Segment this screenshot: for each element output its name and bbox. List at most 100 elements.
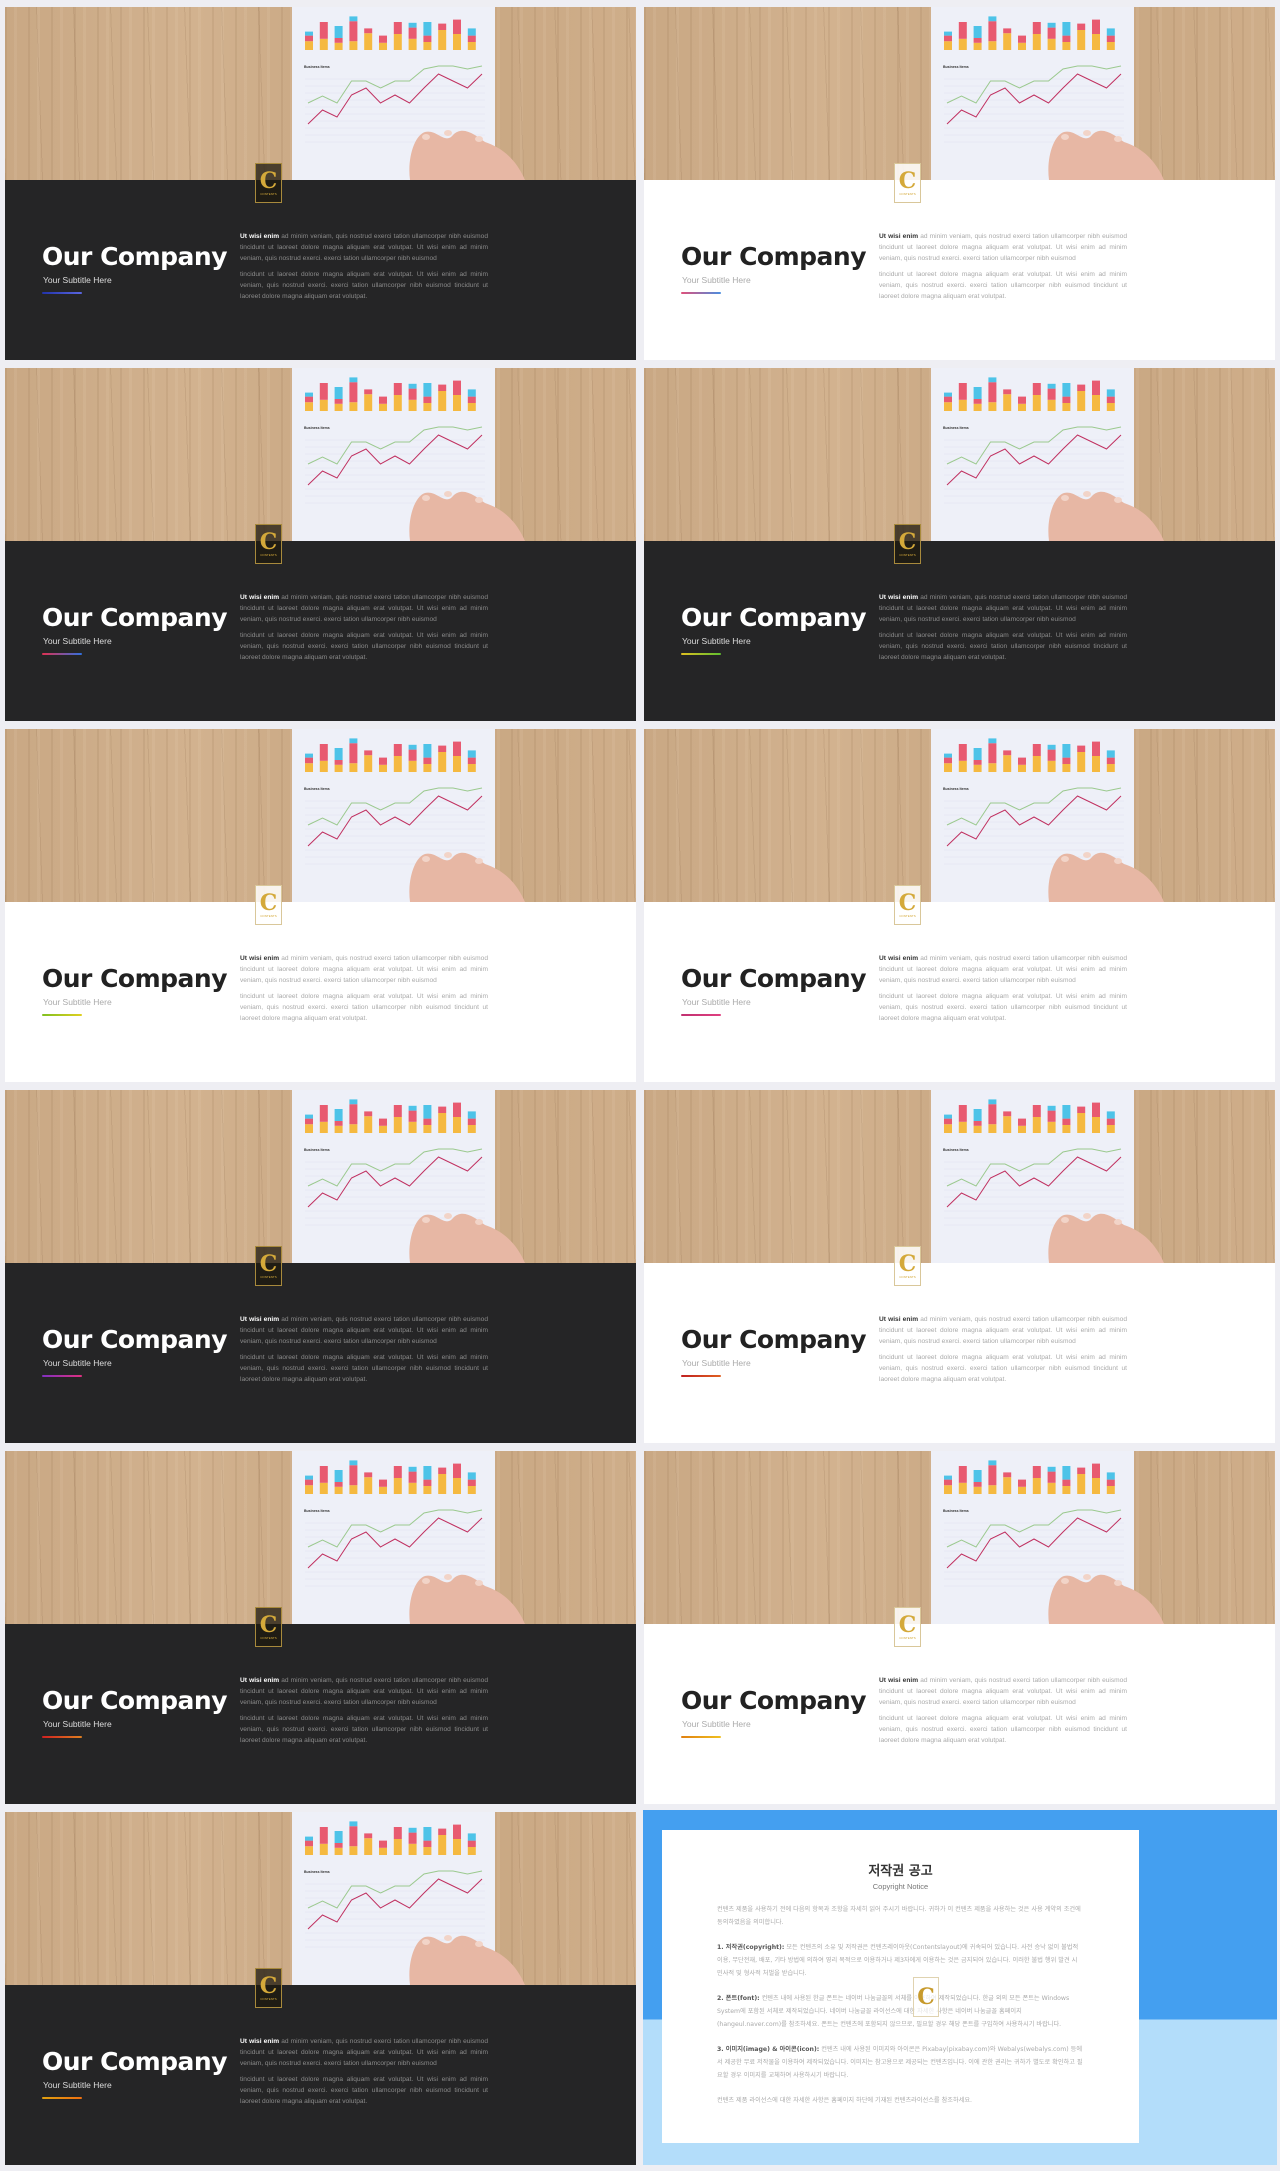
logo-badge: C CONTENTS [255, 1968, 282, 2008]
accent-underline [42, 653, 82, 655]
slide-thumbnail[interactable]: Business Items C CONTENTS Our Company You… [5, 1451, 636, 1804]
body-lead: Ut wisi enim [879, 594, 919, 601]
svg-text:Business Items: Business Items [304, 65, 330, 69]
logo-badge: C CONTENTS [894, 1607, 921, 1647]
item-text: 컨텐츠 내에 사용된 한글 폰트는 네이버 나눔글꼴의 서체를 이용하여 제작되… [717, 1995, 1070, 2028]
desk-chart-photo: Business Items [644, 7, 1275, 180]
body-p2: tincidunt ut laoreet dolore magna aliqua… [879, 993, 1127, 1022]
slide-thumbnail[interactable]: Business Items C CONTENTS Our Company You… [644, 1090, 1275, 1443]
body-text: Ut wisi enim ad minim veniam, quis nostr… [240, 953, 488, 1029]
logo-badge: C CONTENTS [255, 524, 282, 564]
body-paragraph: Ut wisi enim ad minim veniam, quis nostr… [240, 1314, 488, 1347]
copyright-item: 2. 폰트(font): 컨텐츠 내에 사용된 한글 폰트는 네이버 나눔글꼴의… [717, 1992, 1084, 2031]
body-paragraph: Ut wisi enim ad minim veniam, quis nostr… [240, 231, 488, 264]
desk-chart-photo: Business Items [644, 1451, 1275, 1624]
slide-title: Our Company [42, 2047, 228, 2076]
accent-underline [42, 1375, 82, 1377]
slide-thumbnail[interactable]: Business Items C CONTENTS Our Company You… [644, 729, 1275, 1082]
svg-text:Business Items: Business Items [304, 1509, 330, 1513]
body-text: Ut wisi enim ad minim veniam, quis nostr… [879, 1314, 1127, 1390]
desk-chart-photo: Business Items [644, 1090, 1275, 1263]
body-text: Ut wisi enim ad minim veniam, quis nostr… [879, 592, 1127, 668]
body-paragraph: Ut wisi enim ad minim veniam, quis nostr… [240, 592, 488, 625]
body-paragraph: Ut wisi enim ad minim veniam, quis nostr… [240, 2036, 488, 2069]
svg-text:Business Items: Business Items [943, 1148, 969, 1152]
logo-badge: C CONTENTS [894, 524, 921, 564]
slide-subtitle: Your Subtitle Here [682, 275, 751, 285]
body-paragraph: Ut wisi enim ad minim veniam, quis nostr… [879, 231, 1127, 264]
slide-title: Our Company [42, 1325, 228, 1354]
slide-thumbnail[interactable]: Business Items C CONTENTS Our Company You… [5, 368, 636, 721]
body-paragraph: Ut wisi enim ad minim veniam, quis nostr… [240, 953, 488, 986]
svg-text:Business Items: Business Items [304, 1870, 330, 1874]
accent-underline [681, 1736, 721, 1738]
copyright-item: 1. 저작권(copyright): 모든 컨텐츠의 소유 및 저작권은 컨텐츠… [717, 1941, 1084, 1980]
body-p2: tincidunt ut laoreet dolore magna aliqua… [240, 271, 488, 300]
item-label: 3. 이미지(image) & 아이콘(icon): [717, 2046, 820, 2053]
slide-title: Our Company [681, 603, 867, 632]
svg-text:Business Items: Business Items [304, 426, 330, 430]
body-paragraph: Ut wisi enim ad minim veniam, quis nostr… [879, 1675, 1127, 1708]
slide-thumbnail[interactable]: Business Items C CONTENTS Our Company You… [5, 1090, 636, 1443]
slide-thumbnail[interactable]: Business Items C CONTENTS Our Company You… [5, 1812, 636, 2165]
slide-subtitle: Your Subtitle Here [43, 1358, 112, 1368]
slide-thumbnail[interactable]: Business Items C CONTENTS Our Company You… [644, 1451, 1275, 1804]
copyright-slide[interactable]: 저작권 공고 Copyright Notice 컨텐츠 제품을 사용하기 전에 … [643, 1810, 1277, 2165]
svg-text:Business Items: Business Items [943, 787, 969, 791]
copyright-intro: 컨텐츠 제품을 사용하기 전에 다음의 항목과 조항을 자세히 읽어 주시기 바… [717, 1906, 1081, 1926]
logo-badge: C CONTENTS [894, 163, 921, 203]
body-p2: tincidunt ut laoreet dolore magna aliqua… [879, 1715, 1127, 1744]
body-paragraph: Ut wisi enim ad minim veniam, quis nostr… [879, 1314, 1127, 1347]
accent-underline [681, 292, 721, 294]
slide-thumbnail[interactable]: Business Items C CONTENTS Our Company You… [5, 729, 636, 1082]
accent-underline [681, 1375, 721, 1377]
slide-subtitle: Your Subtitle Here [682, 1719, 751, 1729]
slide-subtitle: Your Subtitle Here [43, 275, 112, 285]
body-text: Ut wisi enim ad minim veniam, quis nostr… [879, 1675, 1127, 1751]
slide-thumbnail[interactable]: Business Items C CONTENTS Our Company You… [644, 368, 1275, 721]
logo-badge: C CONTENTS [255, 1607, 282, 1647]
desk-chart-photo: Business Items [5, 1090, 636, 1263]
slide-thumbnail[interactable]: Business Items C CONTENTS Our Company You… [5, 7, 636, 360]
item-label: 1. 저작권(copyright): [717, 1944, 785, 1951]
accent-underline [681, 653, 721, 655]
logo-badge: C CONTENTS [255, 885, 282, 925]
body-p2: tincidunt ut laoreet dolore magna aliqua… [240, 1354, 488, 1383]
body-text: Ut wisi enim ad minim veniam, quis nostr… [879, 231, 1127, 307]
svg-text:Business Items: Business Items [304, 787, 330, 791]
body-text: Ut wisi enim ad minim veniam, quis nostr… [240, 592, 488, 668]
copyright-card: 저작권 공고 Copyright Notice 컨텐츠 제품을 사용하기 전에 … [662, 1830, 1139, 2143]
desk-chart-photo: Business Items [5, 7, 636, 180]
svg-text:Business Items: Business Items [943, 426, 969, 430]
body-lead: Ut wisi enim [240, 1677, 280, 1684]
slide-subtitle: Your Subtitle Here [43, 1719, 112, 1729]
body-p2: tincidunt ut laoreet dolore magna aliqua… [240, 1715, 488, 1744]
body-lead: Ut wisi enim [240, 2038, 280, 2045]
slide-title: Our Company [681, 964, 867, 993]
body-lead: Ut wisi enim [879, 233, 919, 240]
body-p2: tincidunt ut laoreet dolore magna aliqua… [240, 2076, 488, 2105]
body-lead: Ut wisi enim [240, 233, 280, 240]
slide-title: Our Company [681, 1686, 867, 1715]
accent-underline [42, 1736, 82, 1738]
slide-title: Our Company [42, 603, 228, 632]
body-lead: Ut wisi enim [879, 1316, 919, 1323]
body-lead: Ut wisi enim [240, 955, 280, 962]
slide-thumbnail[interactable]: Business Items C CONTENTS Our Company You… [644, 7, 1275, 360]
body-text: Ut wisi enim ad minim veniam, quis nostr… [240, 1314, 488, 1390]
body-lead: Ut wisi enim [879, 1677, 919, 1684]
logo-badge: C CONTENTS [894, 1246, 921, 1286]
svg-text:Business Items: Business Items [943, 1509, 969, 1513]
slide-title: Our Company [42, 242, 228, 271]
accent-underline [42, 2097, 82, 2099]
body-paragraph: Ut wisi enim ad minim veniam, quis nostr… [240, 1675, 488, 1708]
accent-underline [681, 1014, 721, 1016]
slide-subtitle: Your Subtitle Here [43, 997, 112, 1007]
desk-chart-photo: Business Items [644, 368, 1275, 541]
body-lead: Ut wisi enim [879, 955, 919, 962]
slide-title: Our Company [681, 1325, 867, 1354]
logo-badge: C CONTENTS [255, 163, 282, 203]
accent-underline [42, 1014, 82, 1016]
item-label: 2. 폰트(font): [717, 1995, 760, 2002]
body-p2: tincidunt ut laoreet dolore magna aliqua… [879, 632, 1127, 661]
